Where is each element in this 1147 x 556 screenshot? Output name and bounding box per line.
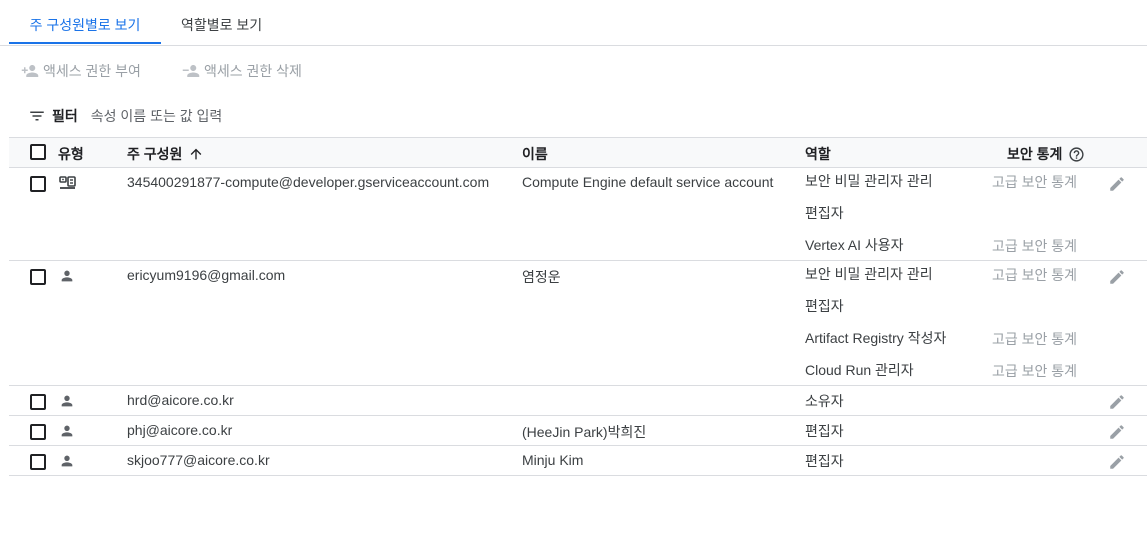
role-name: 편집자 [805, 205, 844, 221]
column-header-role[interactable]: 역할 [805, 144, 831, 164]
table-body: 345400291877-compute@developer.gservicea… [9, 168, 1147, 476]
tab-view-by-principal[interactable]: 주 구성원별로 보기 [9, 0, 161, 44]
filter-input[interactable] [90, 108, 391, 124]
table-row: skjoo777@aicore.co.kr Minju Kim 편집자 [9, 446, 1147, 476]
person-remove-icon [182, 65, 200, 77]
edit-principal-icon[interactable] [1108, 175, 1126, 196]
column-header-principal[interactable]: 주 구성원 [127, 144, 204, 164]
principal-email: hrd@aicore.co.kr [127, 392, 234, 408]
security-insights-link[interactable]: 고급 보안 통계 [992, 361, 1077, 381]
role-name: 보안 비밀 관리자 관리 [805, 173, 933, 189]
security-insights-link[interactable]: 고급 보안 통계 [992, 329, 1077, 349]
sort-ascending-icon [191, 148, 202, 160]
security-insights-link[interactable]: 고급 보안 통계 [992, 236, 1077, 256]
person-icon [59, 268, 75, 287]
row-checkbox[interactable] [30, 454, 46, 470]
person-icon [59, 453, 75, 472]
principal-name: 염정운 [522, 269, 561, 285]
role-name: 소유자 [805, 393, 844, 409]
row-checkbox[interactable] [30, 176, 46, 192]
principal-email: ericyum9196@gmail.com [127, 267, 286, 283]
role-name: 편집자 [805, 423, 844, 439]
view-tabs: 주 구성원별로 보기 역할별로 보기 [0, 0, 1147, 46]
select-all-checkbox[interactable] [30, 144, 46, 160]
column-header-security-insights-label: 보안 통계 [1007, 146, 1063, 162]
help-icon[interactable] [1068, 146, 1085, 163]
person-icon [59, 423, 75, 442]
role-name: Artifact Registry 작성자 [805, 330, 947, 346]
remove-access-label: 액세스 권한 삭제 [204, 63, 302, 79]
principal-name: Minju Kim [522, 452, 584, 468]
principal-name: Compute Engine default service account [522, 174, 774, 190]
role-name: Vertex AI 사용자 [805, 237, 904, 253]
edit-principal-icon[interactable] [1108, 268, 1126, 289]
role-name: 보안 비밀 관리자 관리 [805, 266, 933, 282]
role-name: 편집자 [805, 298, 844, 314]
table-row: ericyum9196@gmail.com 염정운 보안 비밀 관리자 관리 고급 보… [9, 261, 1147, 386]
column-header-type[interactable]: 유형 [58, 144, 84, 164]
person-add-icon [21, 65, 39, 77]
column-header-principal-label: 주 구성원 [127, 146, 183, 162]
tab-view-by-role[interactable]: 역할별로 보기 [181, 0, 262, 44]
table-row: 345400291877-compute@developer.gservicea… [9, 168, 1147, 261]
permissions-table: 유형 주 구성원 이름 역할 보안 통계 345400291877-comput… [9, 137, 1147, 476]
role-name: 편집자 [805, 453, 844, 469]
edit-principal-icon[interactable] [1108, 423, 1126, 444]
service-account-icon [59, 175, 77, 194]
person-icon [59, 393, 75, 412]
security-insights-link[interactable]: 고급 보안 통계 [992, 265, 1077, 285]
row-checkbox[interactable] [30, 424, 46, 440]
edit-principal-icon[interactable] [1108, 393, 1126, 414]
security-insights-link[interactable]: 고급 보안 통계 [992, 172, 1077, 192]
column-header-security-insights: 보안 통계 [1007, 144, 1085, 164]
grant-access-label: 액세스 권한 부여 [43, 63, 141, 79]
filter-icon[interactable] [28, 107, 46, 125]
column-header-name[interactable]: 이름 [522, 144, 548, 164]
table-row: phj@aicore.co.kr (HeeJin Park)박희진 편집자 [9, 416, 1147, 446]
filter-bar: 필터 [28, 106, 391, 126]
table-row: hrd@aicore.co.kr 소유자 [9, 386, 1147, 416]
edit-principal-icon[interactable] [1108, 453, 1126, 474]
principal-email: phj@aicore.co.kr [127, 422, 233, 438]
grant-access-button[interactable]: 액세스 권한 부여 [21, 60, 141, 82]
principal-email: 345400291877-compute@developer.gservicea… [127, 174, 490, 190]
principal-name: (HeeJin Park)박희진 [522, 424, 647, 440]
filter-label: 필터 [52, 108, 78, 124]
table-header: 유형 주 구성원 이름 역할 보안 통계 [9, 137, 1147, 168]
row-checkbox[interactable] [30, 394, 46, 410]
row-checkbox[interactable] [30, 269, 46, 285]
role-name: Cloud Run 관리자 [805, 362, 914, 378]
remove-access-button[interactable]: 액세스 권한 삭제 [182, 60, 302, 82]
principal-email: skjoo777@aicore.co.kr [127, 452, 270, 468]
